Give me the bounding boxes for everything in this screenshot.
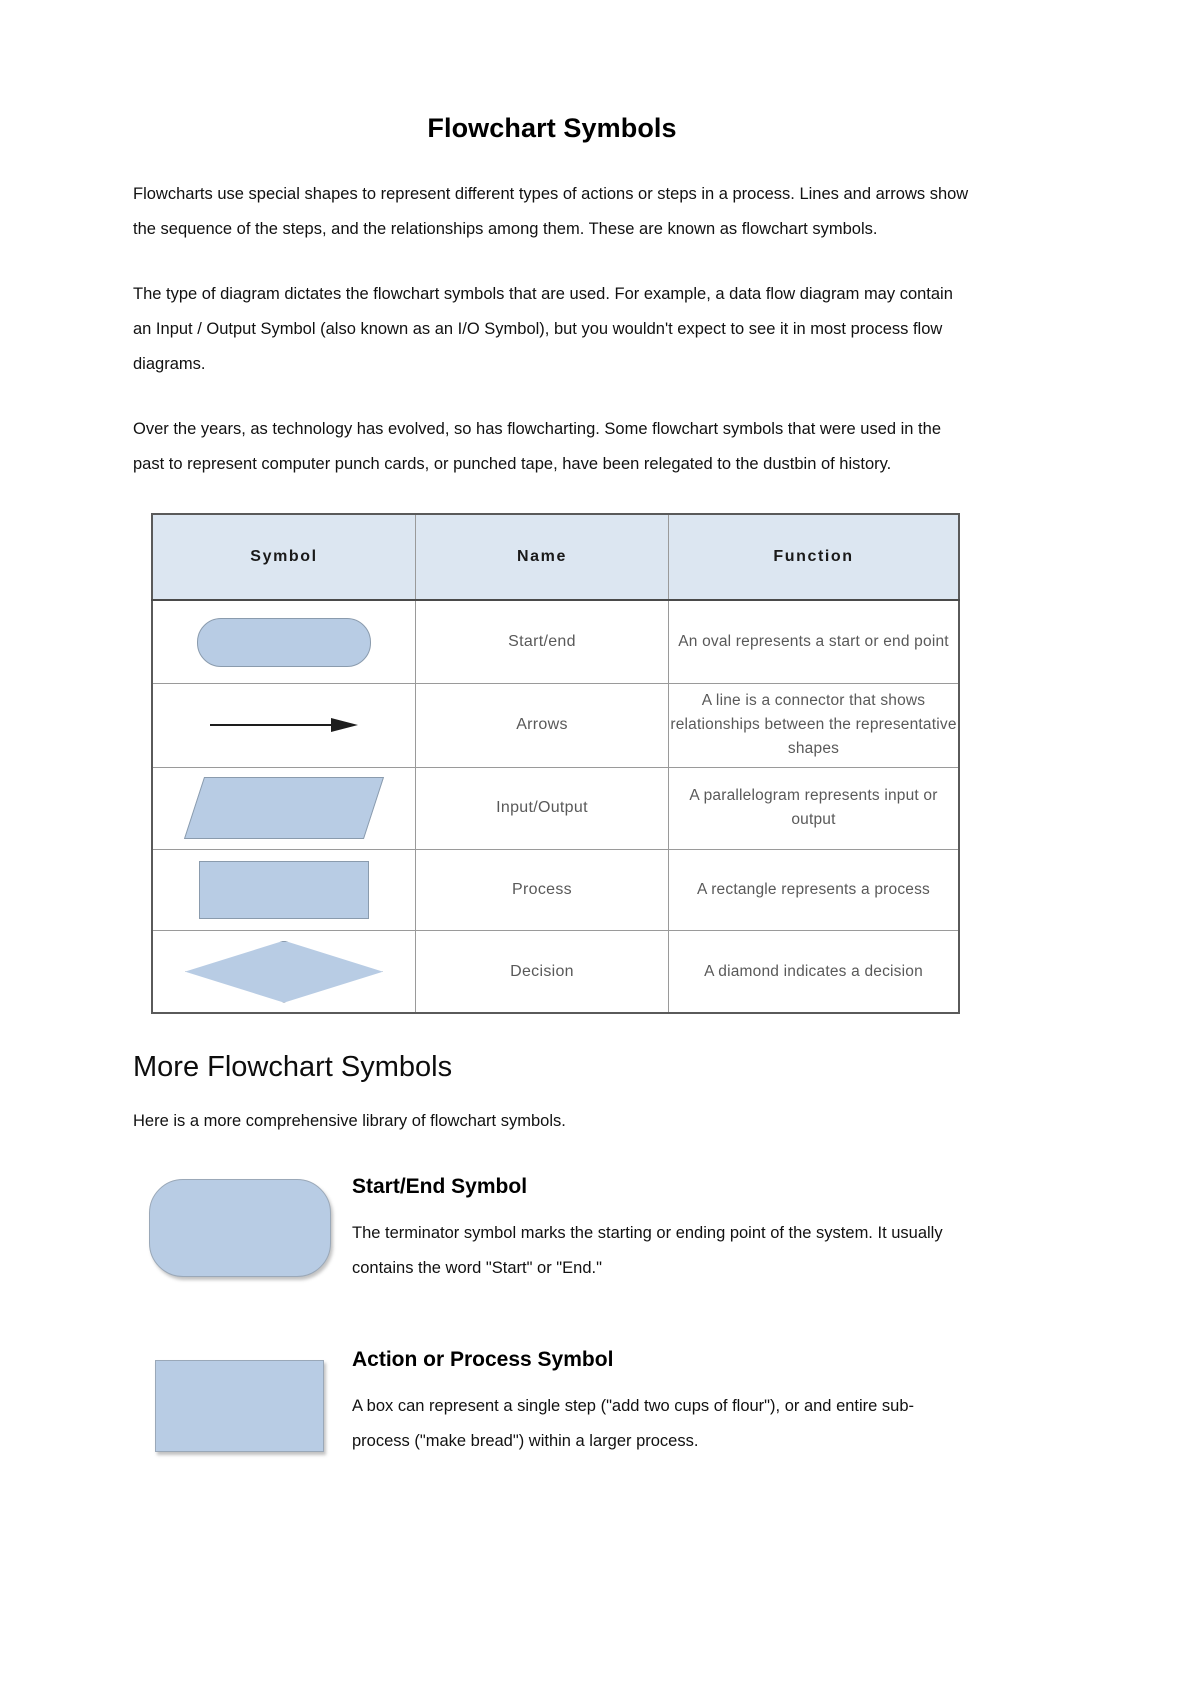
table-row: Arrows A line is a connector that shows … xyxy=(151,682,960,768)
shape-container xyxy=(153,860,415,919)
section-heading-more-symbols: More Flowchart Symbols xyxy=(133,1051,453,1084)
shape-container xyxy=(153,617,415,667)
rectangle-shape-icon xyxy=(155,1359,324,1452)
table-row: Process A rectangle represents a process xyxy=(151,848,960,931)
cell-function-input-output: A parallelogram represents input or outp… xyxy=(668,766,960,850)
symbol-block-start-end: Start/End Symbol The terminator symbol m… xyxy=(133,1173,971,1286)
cell-function-process: A rectangle represents a process xyxy=(668,848,960,931)
cell-function-arrows: A line is a connector that shows relatio… xyxy=(668,682,960,768)
cell-symbol-parallelogram xyxy=(151,766,416,850)
symbol-title-action-process: Action or Process Symbol xyxy=(352,1347,614,1371)
cell-symbol-oval xyxy=(151,599,416,684)
cell-symbol-arrow xyxy=(151,682,416,768)
arrow-head xyxy=(331,718,358,733)
arrow-shape-icon xyxy=(210,718,358,733)
symbol-table-body: Start/end An oval represents a start or … xyxy=(151,599,960,1015)
symbol-block-action-process: Action or Process Symbol A box can repre… xyxy=(133,1346,971,1459)
parallelogram-shape-icon xyxy=(183,777,385,840)
cell-function-start-end: An oval represents a start or end point xyxy=(668,599,960,684)
document-content: Flowchart Symbols Flowcharts use special… xyxy=(133,0,971,1459)
oval-shape-icon xyxy=(197,617,371,667)
symbol-table-container: Symbol Name Function Start/end An oval r… xyxy=(151,513,960,1015)
table-row: Start/end An oval represents a start or … xyxy=(151,599,960,684)
symbol-text-container: Action or Process Symbol A box can repre… xyxy=(346,1346,971,1459)
table-header-row: Symbol Name Function xyxy=(151,513,960,602)
cell-symbol-rectangle xyxy=(151,848,416,931)
symbol-table-head: Symbol Name Function xyxy=(151,513,960,602)
symbol-art-container xyxy=(133,1346,346,1452)
shape-container xyxy=(153,718,415,733)
cell-name-start-end: Start/end xyxy=(415,599,669,684)
cell-name-decision: Decision xyxy=(415,929,669,1015)
page-title: Flowchart Symbols xyxy=(427,113,677,143)
document-page: Flowchart Symbols Flowcharts use special… xyxy=(0,0,1200,1698)
shape-container xyxy=(153,940,415,1003)
intro-paragraph-2: The type of diagram dictates the flowcha… xyxy=(133,285,953,374)
cell-name-input-output: Input/Output xyxy=(415,766,669,850)
stadium-shape-icon xyxy=(148,1178,331,1277)
shape-container xyxy=(153,777,415,840)
intro-paragraph-1: Flowcharts use special shapes to represe… xyxy=(133,185,969,239)
cell-name-arrows: Arrows xyxy=(415,682,669,768)
symbol-art-container xyxy=(133,1173,346,1277)
symbol-title-start-end: Start/End Symbol xyxy=(352,1174,528,1198)
cell-function-decision: A diamond indicates a decision xyxy=(668,929,960,1015)
column-header-function: Function xyxy=(668,513,960,602)
table-row: Decision A diamond indicates a decision xyxy=(151,929,960,1015)
section-lead-paragraph: Here is a more comprehensive library of … xyxy=(133,1111,566,1130)
diamond-shape-icon xyxy=(185,940,383,1003)
cell-symbol-diamond xyxy=(151,929,416,1015)
cell-name-process: Process xyxy=(415,848,669,931)
symbol-description-action-process: A box can represent a single step ("add … xyxy=(352,1397,915,1451)
rectangle-shape-icon xyxy=(199,860,369,919)
column-header-name: Name xyxy=(415,513,669,602)
intro-paragraph-3: Over the years, as technology has evolve… xyxy=(133,420,941,474)
symbol-description-start-end: The terminator symbol marks the starting… xyxy=(352,1223,943,1277)
table-row: Input/Output A parallelogram represents … xyxy=(151,766,960,850)
arrow-line xyxy=(210,724,332,727)
column-header-symbol: Symbol xyxy=(151,513,416,602)
symbol-table: Symbol Name Function Start/end An oval r… xyxy=(151,513,960,1015)
symbol-text-container: Start/End Symbol The terminator symbol m… xyxy=(346,1173,971,1286)
